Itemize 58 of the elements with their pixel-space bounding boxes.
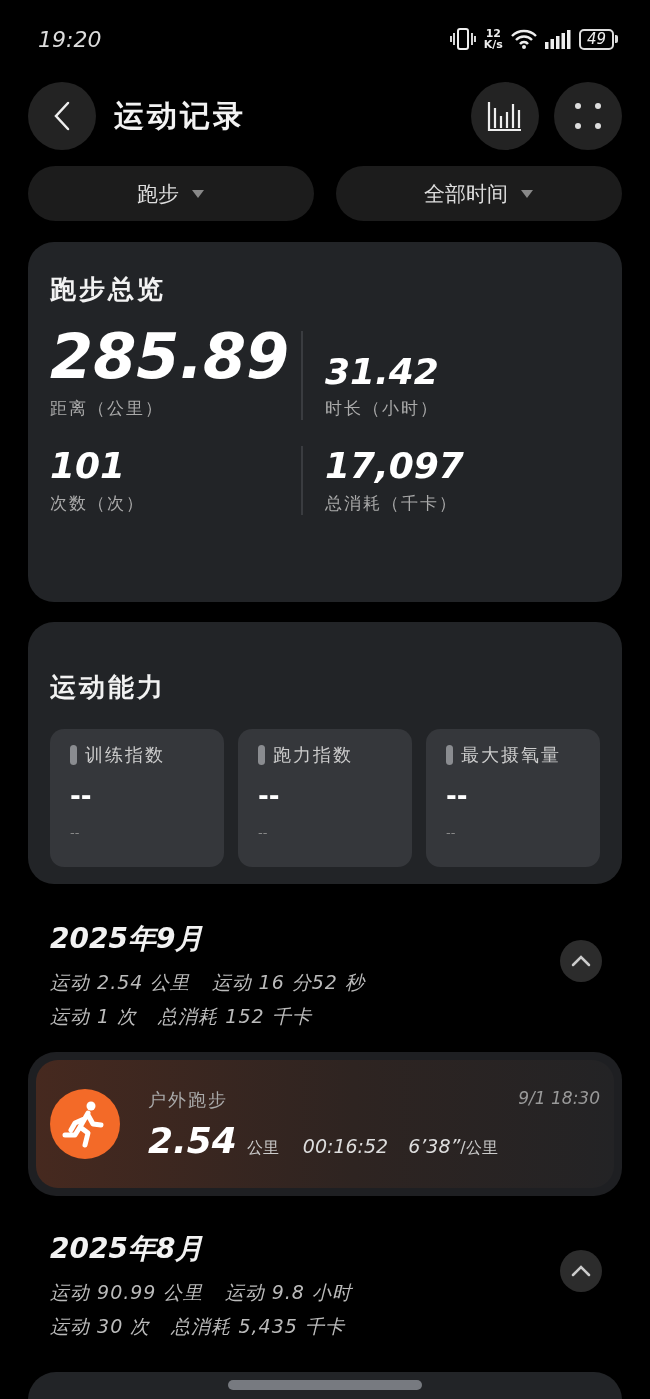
status-time: 19:20 [38, 26, 102, 52]
running-icon [50, 1089, 120, 1159]
metric-tile[interactable]: 最大摄氧量 -- -- [426, 729, 600, 867]
network-speed: 12 K/s [483, 28, 503, 50]
pill-icon [258, 745, 265, 765]
stat-label: 距离（公里） [50, 397, 165, 421]
distance-unit: 公里 [246, 1137, 279, 1159]
dropdown-caret-icon [191, 188, 205, 199]
battery-indicator: 49 [578, 28, 618, 50]
wifi-icon [510, 29, 537, 49]
stat-value: 101 [50, 446, 127, 486]
metric-value: -- [258, 781, 281, 811]
stat-label: 总消耗（千卡） [325, 491, 459, 515]
pace-unit: /公里 [460, 1137, 498, 1159]
activity-time: 9/1 18:30 [518, 1087, 600, 1110]
filter-dropdown[interactable]: 跑步 [28, 166, 314, 221]
metric-label: 跑力指数 [273, 743, 353, 767]
stat-label: 时长（小时） [325, 397, 440, 421]
activity-card[interactable]: 户外跑步 9/1 18:30 2.54 公里 00:16:52 6’38”/公里 [28, 1052, 622, 1196]
card-title: 运动能力 [50, 671, 167, 704]
chevron-up-icon [571, 955, 591, 967]
page-title: 运动记录 [114, 96, 247, 135]
pill-icon [446, 745, 453, 765]
card-title: 跑步总览 [50, 273, 167, 306]
vibrate-icon [449, 28, 476, 50]
stat-label: 次数（次） [50, 491, 146, 515]
metric-subtext: -- [258, 825, 269, 840]
pill-icon [70, 745, 77, 765]
month-summary: 运动 2.54 公里 运动 16 分52 秒 [50, 970, 365, 995]
metric-tile[interactable]: 跑力指数 -- -- [238, 729, 412, 867]
stat-value: 31.42 [325, 351, 440, 392]
metric-label: 训练指数 [85, 743, 165, 767]
month-summary: 运动 30 次 总消耗 5,435 千卡 [50, 1314, 347, 1339]
metric-value: -- [446, 781, 469, 811]
activity-name: 户外跑步 [148, 1087, 228, 1112]
activity-pace: 6’38” [408, 1134, 461, 1157]
filter-dropdown[interactable]: 全部时间 [336, 166, 622, 221]
bar-chart-icon [487, 100, 523, 132]
metric-tile[interactable]: 训练指数 -- -- [50, 729, 224, 867]
dropdown-caret-icon [520, 188, 534, 199]
activity-duration: 00:16:52 [302, 1134, 389, 1157]
month-title: 2025年9月 [50, 921, 205, 957]
metric-value: -- [70, 781, 93, 811]
stat-value: 17,097 [325, 446, 465, 486]
month-summary: 运动 1 次 总消耗 152 千卡 [50, 1004, 314, 1029]
metric-label: 最大摄氧量 [461, 743, 561, 767]
activity-distance: 2.54 [148, 1119, 237, 1161]
chevron-up-icon [571, 1265, 591, 1277]
month-summary: 运动 90.99 公里 运动 9.8 小时 [50, 1280, 352, 1305]
four-dots-icon [573, 101, 603, 131]
stat-value: 285.89 [50, 323, 291, 392]
back-icon [53, 101, 71, 131]
collapse-button[interactable] [560, 1250, 602, 1292]
metric-subtext: -- [70, 825, 81, 840]
signal-icon [544, 29, 571, 49]
collapse-button[interactable] [560, 940, 602, 982]
metric-subtext: -- [446, 825, 457, 840]
month-title: 2025年8月 [50, 1231, 205, 1267]
